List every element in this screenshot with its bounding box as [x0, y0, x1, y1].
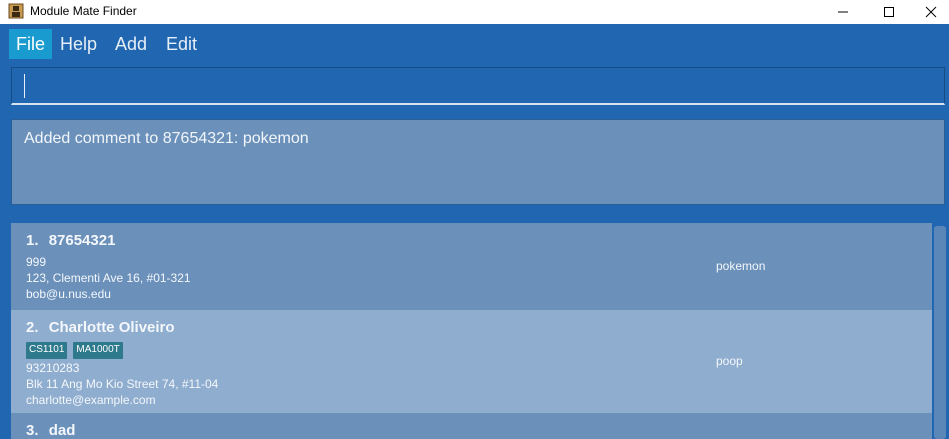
minimize-icon	[838, 11, 848, 13]
maximize-icon	[884, 7, 894, 17]
person-phone: 93210283	[26, 361, 80, 375]
person-list[interactable]: 1. 87654321 999 123, Clementi Ave 16, #0…	[11, 223, 932, 439]
app-icon	[8, 3, 24, 19]
person-email: bob@u.nus.edu	[26, 287, 111, 301]
person-phone: 999	[26, 255, 47, 269]
person-index: 1.	[26, 232, 39, 249]
menu-add[interactable]: Add	[108, 29, 154, 59]
person-comment: pokemon	[716, 259, 766, 273]
minimize-button[interactable]	[820, 0, 866, 24]
window-title: Module Mate Finder	[30, 4, 137, 18]
menu-bar: File Help Add Edit	[0, 25, 949, 61]
close-icon	[925, 6, 936, 18]
tag: MA1000T	[73, 342, 123, 359]
list-scrollbar[interactable]	[934, 226, 946, 439]
close-button[interactable]	[912, 0, 949, 24]
person-name: Charlotte Oliveiro	[48, 319, 175, 336]
menu-file[interactable]: File	[9, 29, 53, 59]
person-name: dad	[48, 422, 76, 439]
person-comment: poop	[716, 354, 743, 368]
text-caret	[24, 74, 25, 98]
person-address: 123, Clementi Ave 16, #01-321	[26, 271, 191, 285]
title-bar: Module Mate Finder	[0, 0, 949, 24]
menu-help[interactable]: Help	[53, 29, 104, 59]
maximize-button[interactable]	[866, 0, 912, 24]
tag-list: CS1101 MA1000T	[26, 342, 918, 359]
person-index: 3.	[26, 422, 39, 439]
command-input[interactable]	[12, 68, 949, 103]
command-box	[11, 67, 949, 105]
result-panel: Added comment to 87654321: pokemon	[0, 112, 949, 208]
person-name: 87654321	[48, 232, 116, 249]
person-email: charlotte@example.com	[26, 393, 156, 407]
tag: CS1101	[26, 342, 68, 359]
person-list-panel: 1. 87654321 999 123, Clementi Ave 16, #0…	[0, 212, 949, 439]
person-card[interactable]: 3. dad	[11, 413, 932, 439]
result-display[interactable]: Added comment to 87654321: pokemon	[11, 119, 945, 205]
person-card[interactable]: 1. 87654321 999 123, Clementi Ave 16, #0…	[11, 223, 932, 310]
person-index: 2.	[26, 319, 39, 336]
menu-edit[interactable]: Edit	[159, 29, 204, 59]
person-card[interactable]: 2. Charlotte Oliveiro CS1101 MA1000T 932…	[11, 310, 932, 413]
result-message: Added comment to 87654321: pokemon	[24, 130, 309, 147]
person-address: Blk 11 Ang Mo Kio Street 74, #11-04	[26, 377, 219, 391]
